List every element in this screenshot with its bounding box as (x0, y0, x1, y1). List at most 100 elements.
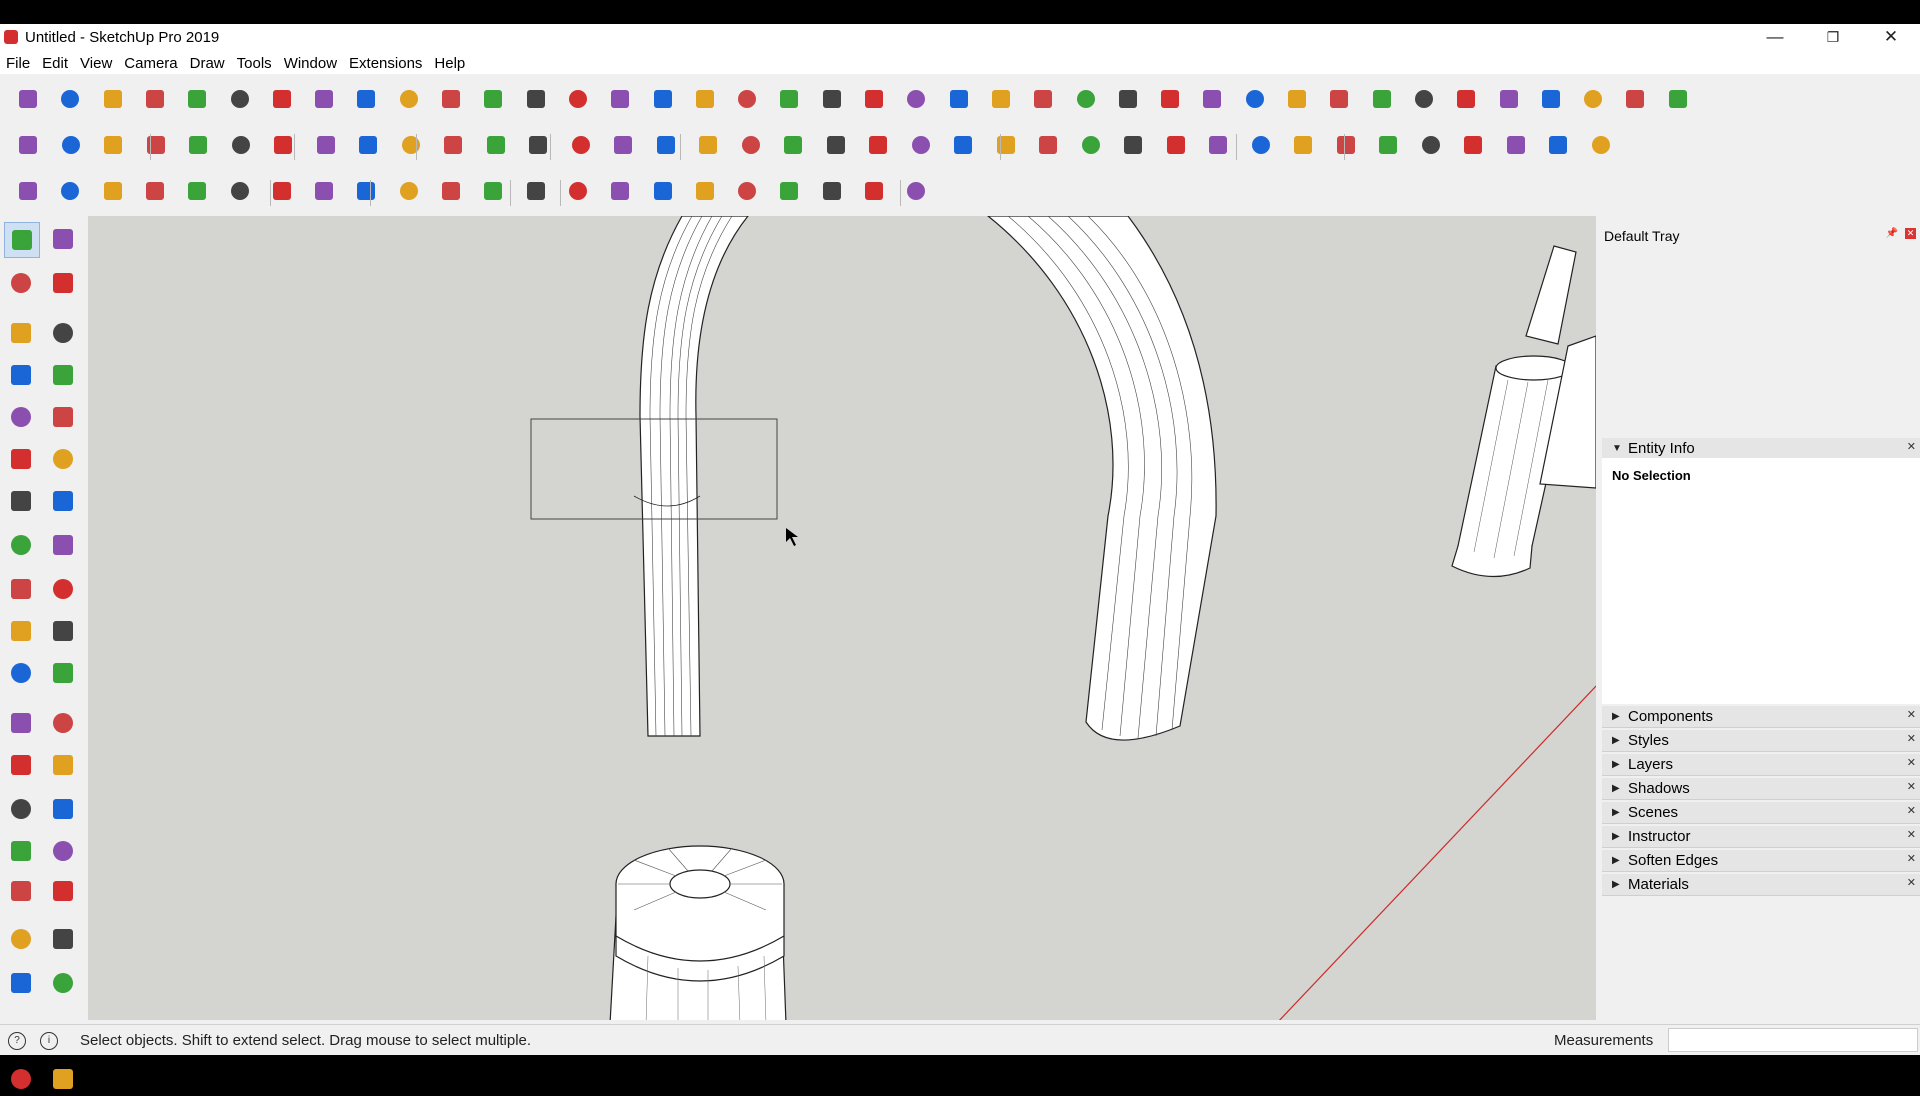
panel-soften-edges[interactable]: ▶ Soften Edges ✕ (1602, 850, 1920, 872)
section-icon[interactable] (902, 85, 930, 113)
align-icon[interactable] (1119, 131, 1147, 159)
panel-shadows[interactable]: ▶ Shadows ✕ (1602, 778, 1920, 800)
panel-close-icon[interactable]: ✕ (1907, 804, 1916, 817)
paint-bucket-icon[interactable] (1283, 85, 1311, 113)
align-icon[interactable] (609, 131, 637, 159)
select-icon[interactable] (269, 131, 297, 159)
follow-me-icon[interactable] (226, 85, 254, 113)
panel-close-icon[interactable]: ✕ (1907, 852, 1916, 865)
component-icon[interactable] (1587, 131, 1615, 159)
follow-me-icon[interactable] (1241, 85, 1269, 113)
panel-close-icon[interactable]: ✕ (1907, 828, 1916, 841)
tag-icon[interactable] (860, 85, 888, 113)
zoom-extents-icon[interactable] (4, 874, 38, 908)
pie-icon[interactable] (46, 484, 80, 518)
grid-icon[interactable] (142, 131, 170, 159)
tray-close-button[interactable]: ✕ (1905, 228, 1916, 239)
panel-close-icon[interactable]: ✕ (1907, 732, 1916, 745)
scale-icon[interactable] (649, 177, 677, 205)
grid-icon[interactable] (652, 131, 680, 159)
follow-me-icon[interactable] (733, 85, 761, 113)
minimize-button[interactable]: — (1752, 24, 1798, 52)
texture-icon[interactable] (439, 131, 467, 159)
section-icon[interactable] (1664, 85, 1692, 113)
building-icon[interactable] (860, 177, 888, 205)
texture-icon[interactable] (949, 131, 977, 159)
polygon-icon[interactable] (46, 400, 80, 434)
rectangle-icon[interactable] (4, 358, 38, 392)
select-icon[interactable] (4, 222, 40, 258)
home-icon[interactable] (56, 177, 84, 205)
paint-bucket-icon[interactable] (775, 85, 803, 113)
axes-icon[interactable] (1072, 85, 1100, 113)
texture-icon[interactable] (184, 131, 212, 159)
tag-icon[interactable] (352, 85, 380, 113)
tag-icon[interactable] (606, 85, 634, 113)
close-button[interactable]: ✕ (1868, 24, 1914, 52)
section-icon[interactable] (395, 85, 423, 113)
eraser-icon[interactable] (183, 85, 211, 113)
eraser-icon[interactable] (945, 85, 973, 113)
dimension-icon[interactable] (46, 656, 80, 690)
panel-instructor[interactable]: ▶ Instructor ✕ (1602, 826, 1920, 848)
eraser-icon[interactable] (691, 85, 719, 113)
zoom-window-icon[interactable] (46, 834, 80, 868)
eraser-icon[interactable] (46, 266, 80, 300)
menu-file[interactable]: File (0, 52, 36, 72)
tray-pin-icon[interactable]: 📌 (1886, 228, 1898, 239)
panel-entity-info[interactable]: ▼ Entity Info ✕ (1602, 438, 1920, 460)
eraser-icon[interactable] (1198, 85, 1226, 113)
grid-icon[interactable] (1417, 131, 1445, 159)
text-icon[interactable] (46, 706, 80, 740)
panel-scenes[interactable]: ▶ Scenes ✕ (1602, 802, 1920, 824)
menu-draw[interactable]: Draw (184, 52, 231, 72)
home-icon[interactable] (479, 177, 507, 205)
select-icon[interactable] (1289, 131, 1317, 159)
style-icon[interactable] (310, 177, 338, 205)
push-pull-icon[interactable] (227, 131, 255, 159)
push-pull-icon[interactable] (992, 131, 1020, 159)
shadow-icon[interactable] (352, 177, 380, 205)
texture-icon[interactable] (694, 131, 722, 159)
help-icon[interactable] (691, 177, 719, 205)
align-icon[interactable] (1374, 131, 1402, 159)
building-icon[interactable] (14, 177, 42, 205)
component-icon[interactable] (567, 131, 595, 159)
pan-icon[interactable] (46, 792, 80, 826)
move-icon[interactable] (4, 528, 38, 562)
geo-location-icon[interactable]: ? (8, 1032, 26, 1050)
axes-icon[interactable] (56, 85, 84, 113)
eraser-icon[interactable] (437, 85, 465, 113)
panel-close-icon[interactable]: ✕ (1907, 756, 1916, 769)
restore-button[interactable]: ❐ (1810, 24, 1856, 52)
rotate-icon[interactable] (606, 177, 634, 205)
axes-icon[interactable] (310, 85, 338, 113)
select-icon[interactable] (1544, 131, 1572, 159)
texture-icon[interactable] (1459, 131, 1487, 159)
grid-icon[interactable] (907, 131, 935, 159)
panel-components[interactable]: ▶ Components ✕ (1602, 706, 1920, 728)
paint-icon[interactable] (4, 266, 38, 300)
pulley-icon[interactable] (818, 177, 846, 205)
camera-icon[interactable] (522, 177, 550, 205)
follow-me-icon[interactable] (987, 85, 1015, 113)
shadow-icon[interactable] (775, 177, 803, 205)
menu-help[interactable]: Help (428, 52, 471, 72)
menu-extensions[interactable]: Extensions (343, 52, 428, 72)
rotate-icon[interactable] (4, 572, 38, 606)
building-icon[interactable] (437, 177, 465, 205)
push-pull-icon[interactable] (1247, 131, 1275, 159)
align-icon[interactable] (354, 131, 382, 159)
grid-icon[interactable] (1162, 131, 1190, 159)
select-icon[interactable] (1034, 131, 1062, 159)
component-icon[interactable] (1077, 131, 1105, 159)
axes-icon[interactable] (564, 85, 592, 113)
2pt-arc-icon[interactable] (46, 442, 80, 476)
follow-me-icon[interactable] (479, 85, 507, 113)
3pt-arc-icon[interactable] (4, 484, 38, 518)
panel-close-icon[interactable]: ✕ (1907, 780, 1916, 793)
section-icon[interactable] (1156, 85, 1184, 113)
paint-bucket-icon[interactable] (1537, 85, 1565, 113)
paint-bucket-icon[interactable] (14, 85, 42, 113)
panel-materials[interactable]: ▶ Materials ✕ (1602, 874, 1920, 896)
